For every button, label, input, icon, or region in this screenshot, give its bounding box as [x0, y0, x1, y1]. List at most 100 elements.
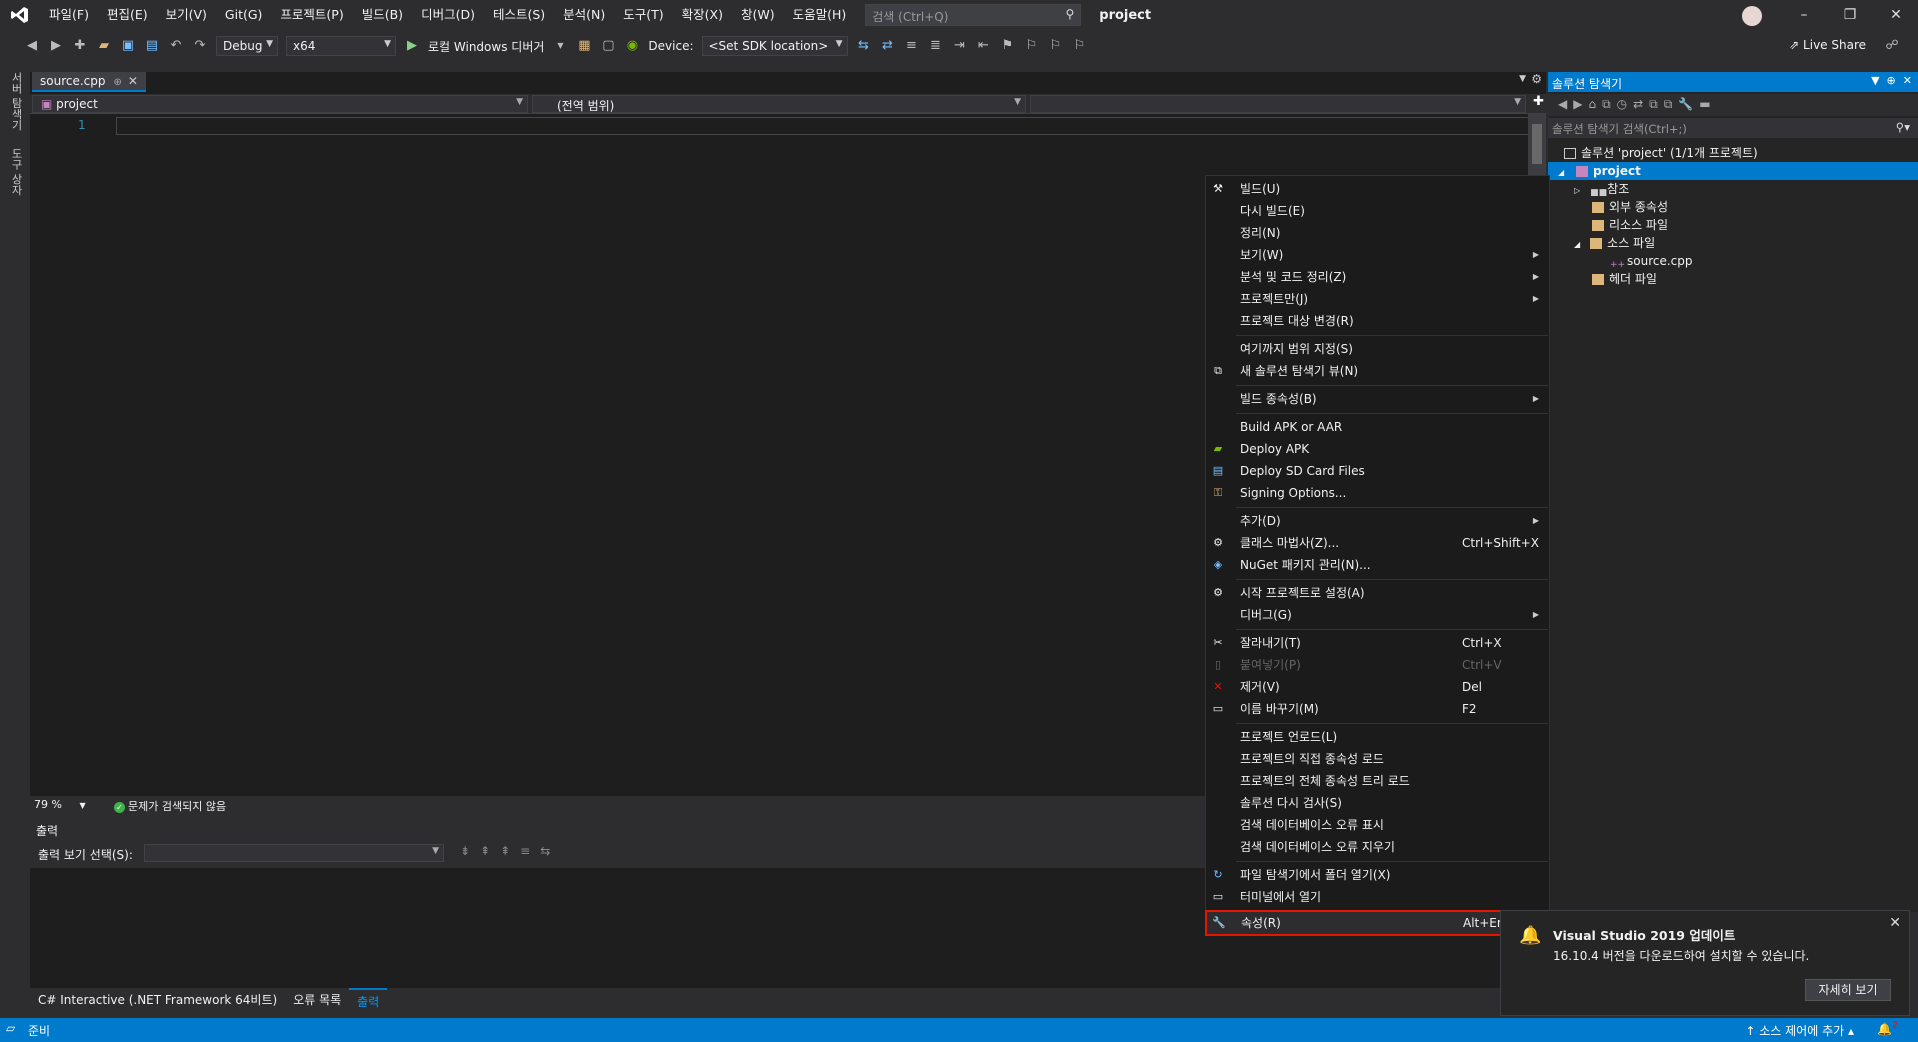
project-nav-combo[interactable]: ▣ project ▼	[32, 95, 528, 113]
outdent-icon[interactable]: ⇤	[975, 37, 993, 55]
menu-project-only-item[interactable]: 프로젝트만(J) ▶	[1206, 288, 1549, 310]
issues-indicator[interactable]: ✓ 문제가 검색되지 않음	[114, 798, 226, 814]
notifications-icon[interactable]: 🔔2	[1877, 1021, 1898, 1036]
device-icon[interactable]: ▢	[599, 37, 617, 55]
browse-icon[interactable]: ▦	[575, 37, 593, 55]
panel-controls[interactable]: ▼ ⊕ ✕	[1871, 74, 1912, 87]
menu-properties-item[interactable]: 🔧 속성(R) Alt+Enter	[1205, 910, 1550, 936]
tree-header-files[interactable]: 헤더 파일	[1592, 270, 1657, 288]
live-share-button[interactable]: ⇗ Live Share	[1789, 38, 1866, 52]
uncomment-icon[interactable]: ≣	[927, 37, 945, 55]
menu-rebuild-item[interactable]: 다시 빌드(E)	[1206, 200, 1549, 222]
menu-cut-item[interactable]: ✂ 잘라내기(T) Ctrl+X	[1206, 632, 1549, 654]
menu-build-deps-item[interactable]: 빌드 종속성(B) ▶	[1206, 388, 1549, 410]
menu-analyze[interactable]: 분석(N)	[554, 0, 614, 30]
tree-source-cpp[interactable]: ++ source.cpp	[1610, 252, 1693, 270]
clear-bookmarks-icon[interactable]: ⚐	[1071, 37, 1089, 55]
menu-show-db-errors-item[interactable]: 검색 데이터베이스 오류 표시	[1206, 814, 1549, 836]
menu-view-item[interactable]: 보기(W) ▶	[1206, 244, 1549, 266]
step-icon[interactable]: ⇆	[855, 37, 873, 55]
menu-clean-item[interactable]: 정리(N)	[1206, 222, 1549, 244]
scrollbar-thumb[interactable]	[1532, 124, 1542, 164]
menu-add-item[interactable]: 추가(D) ▶	[1206, 510, 1549, 532]
source-control-button[interactable]: ↑ 소스 제어에 추가 ▴	[1745, 1022, 1854, 1039]
indent-icon[interactable]: ⇥	[951, 37, 969, 55]
tab-list-icon[interactable]: ▼	[1519, 74, 1526, 84]
close-tab-icon[interactable]: ✕	[128, 74, 138, 88]
run-debugger-button[interactable]: 로컬 Windows 디버거	[428, 38, 544, 55]
menu-unload-item[interactable]: 프로젝트 언로드(L)	[1206, 726, 1549, 748]
menu-project[interactable]: 프로젝트(P)	[271, 0, 352, 30]
menu-open-folder-item[interactable]: ↻ 파일 탐색기에서 폴더 열기(X)	[1206, 864, 1549, 886]
menu-rename-item[interactable]: ▭ 이름 바꾸기(M) F2	[1206, 698, 1549, 720]
output-source-select[interactable]: ▼	[144, 844, 444, 862]
bookmark-icon[interactable]: ⚑	[999, 37, 1017, 55]
menu-rescan-item[interactable]: 솔루션 다시 검사(S)	[1206, 792, 1549, 814]
comment-icon[interactable]: ≡	[903, 37, 921, 55]
nvidia-icon[interactable]: ◉	[623, 37, 641, 55]
menu-help[interactable]: 도움말(H)	[784, 0, 856, 30]
solution-explorer-toolbar[interactable]: ◀▶⌂⧉◷⇄⧉⧉🔧▬	[1548, 94, 1918, 116]
close-icon[interactable]: ✕	[1889, 915, 1901, 931]
server-explorer-tab[interactable]: 서버 탐색기	[8, 72, 24, 131]
menu-analyze-item[interactable]: 분석 및 코드 정리(Z) ▶	[1206, 266, 1549, 288]
feedback-icon[interactable]: ☍	[1883, 37, 1901, 55]
tree-source-files[interactable]: ◢ 소스 파일	[1574, 234, 1655, 252]
menu-test[interactable]: 테스트(S)	[484, 0, 554, 30]
split-icon[interactable]: ✚	[1533, 94, 1544, 109]
menu-git[interactable]: Git(G)	[216, 0, 272, 30]
restore-icon[interactable]: ❐	[1828, 0, 1872, 30]
tree-resource-files[interactable]: 리소스 파일	[1592, 216, 1668, 234]
menu-signing-item[interactable]: ⚿ Signing Options...	[1206, 482, 1549, 504]
menu-extensions[interactable]: 확장(X)	[673, 0, 732, 30]
save-all-icon[interactable]: ▤	[143, 37, 161, 55]
menu-load-direct-deps-item[interactable]: 프로젝트의 직접 종속성 로드	[1206, 748, 1549, 770]
avatar[interactable]	[1742, 6, 1762, 26]
new-project-icon[interactable]: ✚	[71, 37, 89, 55]
menu-deploy-sd-item[interactable]: ▤ Deploy SD Card Files	[1206, 460, 1549, 482]
open-folder-icon[interactable]: ▰	[95, 37, 113, 55]
dropdown-arrow-icon[interactable]: ▼	[551, 37, 569, 55]
tree-external-deps[interactable]: 외부 종속성	[1592, 198, 1668, 216]
back-icon[interactable]: ◀	[23, 37, 41, 55]
menu-remove-item[interactable]: ✕ 제거(V) Del	[1206, 676, 1549, 698]
pin-icon[interactable]: ⊕	[114, 77, 122, 88]
platform-dropdown[interactable]: x64 ▼	[286, 36, 396, 56]
member-nav-combo[interactable]: ▼	[1030, 95, 1526, 113]
tab-output[interactable]: 출력	[349, 988, 388, 1010]
menu-new-view-item[interactable]: ⧉ 새 솔루션 탐색기 뷰(N)	[1206, 360, 1549, 382]
menu-load-tree-deps-item[interactable]: 프로젝트의 전체 종속성 트리 로드	[1206, 770, 1549, 792]
output-tool-icons[interactable]: ⇟⇞⇞≡⇆	[460, 844, 560, 858]
current-line-highlight[interactable]	[116, 117, 1546, 135]
undo-icon[interactable]: ↶	[167, 37, 185, 55]
menu-nuget-item[interactable]: ◈ NuGet 패키지 관리(N)...	[1206, 554, 1549, 576]
next-bookmark-icon[interactable]: ⚐	[1047, 37, 1065, 55]
save-icon[interactable]: ▣	[119, 37, 137, 55]
details-button[interactable]: 자세히 보기	[1805, 979, 1891, 1001]
menu-debug-item[interactable]: 디버그(G) ▶	[1206, 604, 1549, 626]
menu-window[interactable]: 창(W)	[732, 0, 784, 30]
menu-file[interactable]: 파일(F)	[40, 0, 98, 30]
minimize-icon[interactable]: –	[1782, 0, 1826, 30]
scope-nav-combo[interactable]: (전역 범위) ▼	[532, 95, 1026, 113]
tree-references[interactable]: ▷ ■■참조	[1574, 180, 1629, 198]
menu-tools[interactable]: 도구(T)	[614, 0, 672, 30]
menu-build-apk-item[interactable]: Build APK or AAR	[1206, 416, 1549, 438]
forward-icon[interactable]: ▶	[47, 37, 65, 55]
menu-scope-item[interactable]: 여기까지 범위 지정(S)	[1206, 338, 1549, 360]
solution-explorer-search[interactable]: 솔루션 탐색기 검색(Ctrl+;) ⚲▾	[1548, 118, 1918, 138]
tree-project[interactable]: ◢ project	[1548, 162, 1918, 180]
menu-set-startup-item[interactable]: ⚙ 시작 프로젝트로 설정(A)	[1206, 582, 1549, 604]
menu-paste-item[interactable]: ▯ 붙여넣기(P) Ctrl+V	[1206, 654, 1549, 676]
toolbox-tab[interactable]: 도구 상자	[8, 148, 24, 196]
menu-retarget-item[interactable]: 프로젝트 대상 변경(R)	[1206, 310, 1549, 332]
step-over-icon[interactable]: ⇄	[879, 37, 897, 55]
close-icon[interactable]: ✕	[1874, 0, 1918, 30]
document-tab[interactable]: source.cpp ⊕ ✕	[32, 72, 146, 92]
menu-open-terminal-item[interactable]: ▭ 터미널에서 열기	[1206, 886, 1549, 908]
menu-class-wizard-item[interactable]: ⚙ 클래스 마법사(Z)... Ctrl+Shift+X	[1206, 532, 1549, 554]
menu-view[interactable]: 보기(V)	[157, 0, 216, 30]
menu-build-item[interactable]: ⚒ 빌드(U)	[1206, 178, 1549, 200]
zoom-dropdown[interactable]: 79 % ▼	[34, 798, 86, 811]
tab-error-list[interactable]: 오류 목록	[285, 988, 349, 1010]
